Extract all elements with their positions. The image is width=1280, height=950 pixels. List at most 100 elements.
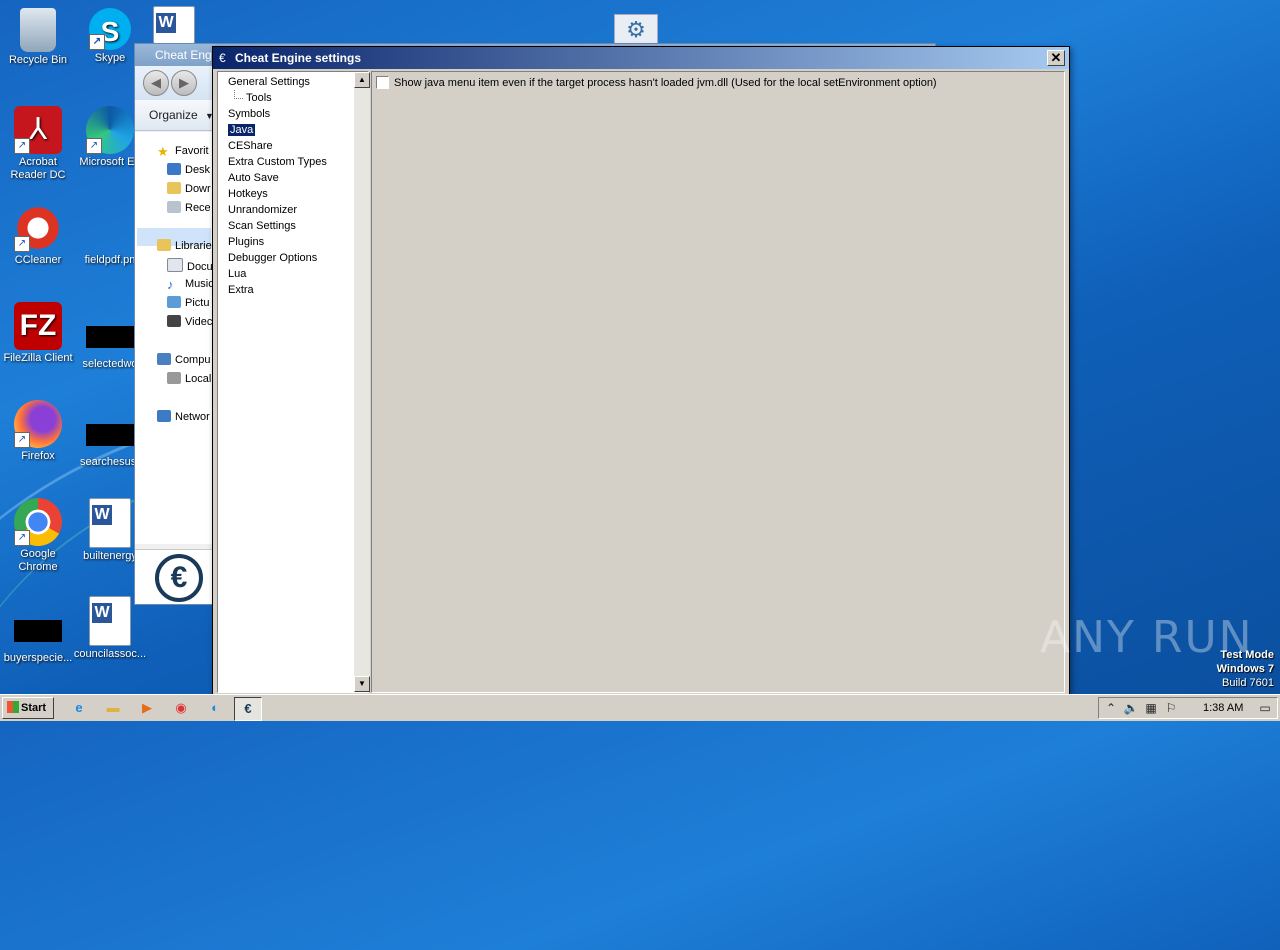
shortcut-arrow-icon: ↗ <box>14 236 30 252</box>
category-general-settings[interactable]: General Settings <box>226 74 329 90</box>
category-auto-save[interactable]: Auto Save <box>226 170 329 186</box>
clock[interactable]: 1:38 AM <box>1203 698 1243 718</box>
cheat-engine-icon: € <box>219 51 226 65</box>
recent-places-icon <box>167 201 181 213</box>
taskbar-ie-button[interactable]: e <box>66 697 92 719</box>
dialog-titlebar[interactable]: € Cheat Engine settings ✕ <box>213 47 1069 69</box>
star-icon: ★ <box>157 144 169 159</box>
desktop-icon-ccleaner[interactable]: ↗ CCleaner <box>0 204 76 267</box>
taskbar-explorer-button[interactable]: ▬ <box>100 697 126 719</box>
taskbar-edge-button[interactable]: ◐ <box>202 697 228 719</box>
taskbar-chrome-button[interactable]: ◉ <box>168 697 194 719</box>
network-icon[interactable]: ▦ <box>1143 700 1159 716</box>
cheat-engine-settings-dialog[interactable]: € Cheat Engine settings ✕ General Settin… <box>212 46 1070 696</box>
libraries-icon <box>157 239 171 251</box>
filezilla-icon: FZ <box>14 302 62 350</box>
show-hidden-icons-chevron-icon[interactable]: ⌃ <box>1103 700 1119 716</box>
category-symbols[interactable]: Symbols <box>226 106 329 122</box>
category-extra[interactable]: Extra <box>226 282 329 298</box>
desktop-icon-councilassoc[interactable]: W councilassoc... <box>72 596 148 661</box>
tree-item-downloads[interactable]: Dowr <box>167 182 211 195</box>
redacted-thumbnail <box>14 620 62 642</box>
category-debugger-options[interactable]: Debugger Options <box>226 250 329 266</box>
tree-item-music[interactable]: ♪ Music <box>167 277 213 292</box>
organize-button[interactable]: Organize <box>149 108 198 122</box>
word-document-icon: W <box>89 498 131 548</box>
back-button[interactable]: ◀ <box>143 70 169 96</box>
computer-icon <box>157 353 171 365</box>
system-tray: ⌃ 🔈 ▦ ⚐ 1:38 AM ▭ <box>1098 697 1278 719</box>
category-scan-settings[interactable]: Scan Settings <box>226 218 329 234</box>
scroll-down-button[interactable]: ▼ <box>354 676 370 692</box>
show-desktop-icon[interactable]: ▭ <box>1257 700 1273 716</box>
java-menu-option[interactable]: Show java menu item even if the target p… <box>376 76 937 89</box>
desktop-icon-acrobat[interactable]: ⅄ ↗ Acrobat Reader DC <box>0 106 76 182</box>
film-icon <box>167 315 181 327</box>
tree-item-videos[interactable]: Videc <box>167 315 212 328</box>
desktop-icon-buyerspecie[interactable]: buyerspecie... <box>0 606 76 665</box>
taskbar: Start e ▬ ▶ ◉ ◐ € ⌃ 🔈 ▦ ⚐ 1:38 AM ▭ <box>0 694 1280 721</box>
category-unrandomizer[interactable]: Unrandomizer <box>226 202 329 218</box>
desktop-icon-filezilla[interactable]: FZ FileZilla Client <box>0 302 76 365</box>
desktop-icon-chrome[interactable]: ↗ Google Chrome <box>0 498 76 574</box>
settings-tree: General Settings Tools Symbols Java CESh… <box>226 74 329 298</box>
action-center-flag-icon[interactable]: ⚐ <box>1163 700 1179 716</box>
tree-item-documents[interactable]: Docu <box>167 258 213 273</box>
chrome-icon: ◉ <box>175 700 187 715</box>
volume-icon[interactable]: 🔈 <box>1123 700 1139 716</box>
downloads-folder-icon <box>167 182 181 194</box>
shortcut-arrow-icon: ↗ <box>86 138 102 154</box>
edge-icon: ↗ <box>86 106 134 154</box>
category-plugins[interactable]: Plugins <box>226 234 329 250</box>
gear-window-tile[interactable]: ⚙ <box>614 14 658 46</box>
shortcut-arrow-icon: ↗ <box>14 530 30 546</box>
shortcut-arrow-icon: ↗ <box>14 138 30 154</box>
taskbar-media-player-button[interactable]: ▶ <box>134 697 160 719</box>
cheat-engine-thumbnail: € <box>135 549 213 604</box>
category-extra-custom-types[interactable]: Extra Custom Types <box>226 154 329 170</box>
explorer-title: Cheat Eng <box>155 48 212 62</box>
desktop-icon <box>167 163 181 175</box>
java-menu-option-label: Show java menu item even if the target p… <box>394 76 937 89</box>
tree-item-recent[interactable]: Rece <box>167 201 211 214</box>
start-button[interactable]: Start <box>2 697 54 719</box>
java-menu-checkbox[interactable] <box>376 76 389 89</box>
category-hotkeys[interactable]: Hotkeys <box>226 186 329 202</box>
settings-category-list[interactable]: General Settings Tools Symbols Java CESh… <box>217 71 370 693</box>
shortcut-arrow-icon: ↗ <box>89 34 105 50</box>
desktop-icon-recycle-bin[interactable]: Recycle Bin <box>0 8 76 67</box>
tree-item-pictures[interactable]: Pictu <box>167 296 209 309</box>
scroll-up-button[interactable]: ▲ <box>354 72 370 88</box>
forward-button[interactable]: ▶ <box>171 70 197 96</box>
network-icon <box>157 410 171 422</box>
category-tools[interactable]: Tools <box>226 90 329 106</box>
music-note-icon: ♪ <box>167 277 174 292</box>
cheat-engine-logo-icon: € <box>155 554 203 602</box>
tree-item-favorites[interactable]: ★ Favorit <box>157 144 209 159</box>
category-list-scrollbar[interactable]: ▲ ▼ <box>354 72 370 692</box>
close-button[interactable]: ✕ <box>1047 50 1065 66</box>
recycle-bin-icon <box>20 8 56 52</box>
dialog-title: Cheat Engine settings <box>235 51 362 65</box>
redacted-thumbnail <box>86 424 134 446</box>
java-settings-panel: Show java menu item even if the target p… <box>371 71 1065 693</box>
category-lua[interactable]: Lua <box>226 266 329 282</box>
tree-item-desktop[interactable]: Desk <box>167 163 210 176</box>
word-document-icon: W <box>153 6 195 44</box>
test-mode-notice: Test Mode Windows 7 Build 7601 <box>1216 649 1274 689</box>
category-java[interactable]: Java <box>226 122 329 138</box>
tree-item-local-disk[interactable]: Local <box>167 372 211 385</box>
tree-item-libraries[interactable]: Librarie <box>157 239 212 252</box>
cheat-engine-icon: € <box>244 701 252 716</box>
tree-item-computer[interactable]: Compu <box>157 353 210 366</box>
category-ceshare[interactable]: CEShare <box>226 138 329 154</box>
acrobat-icon: ⅄ ↗ <box>14 106 62 154</box>
ccleaner-icon: ↗ <box>14 204 62 252</box>
media-player-icon: ▶ <box>142 700 152 715</box>
tree-item-network[interactable]: Networ <box>157 410 210 423</box>
firefox-icon: ↗ <box>14 400 62 448</box>
desktop-icon-firefox[interactable]: ↗ Firefox <box>0 400 76 463</box>
gear-icon: ⚙ <box>626 17 646 42</box>
desktop-icon-word-doc[interactable]: W <box>150 6 198 46</box>
taskbar-cheat-engine-button[interactable]: € <box>234 697 262 721</box>
